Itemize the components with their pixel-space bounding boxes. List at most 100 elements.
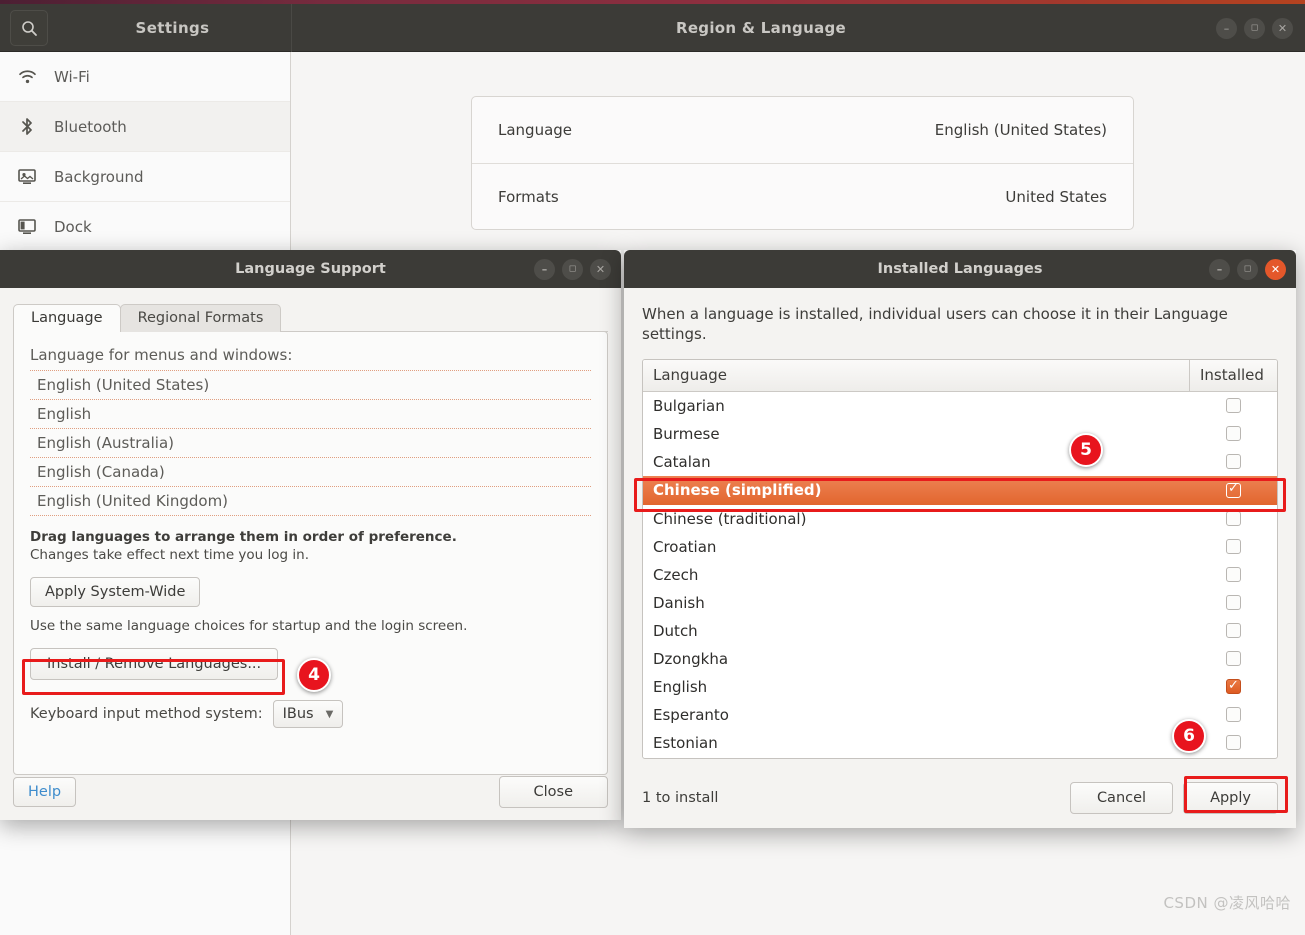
checkbox-icon[interactable] (1225, 567, 1241, 582)
language-name: Estonian (653, 733, 718, 752)
table-body: Bulgarian Burmese Catalan Chinese (simplifi… (643, 391, 1277, 757)
checkbox-icon[interactable] (1225, 511, 1241, 526)
list-item[interactable]: English (United States) (30, 370, 591, 399)
tab-spacer (280, 302, 608, 332)
install-remove-languages-button[interactable]: Install / Remove Languages... (30, 648, 279, 680)
settings-titlebar: Settings Region & Language – ◻ ✕ (0, 4, 1305, 52)
sidebar-item-label: Background (54, 167, 144, 186)
list-item[interactable]: English (Australia) (30, 428, 591, 457)
checkbox-icon[interactable] (1225, 623, 1241, 638)
table-header: Language Installed (643, 359, 1277, 392)
list-item[interactable]: English (United Kingdom) (30, 486, 591, 516)
language-name: Catalan (653, 452, 711, 471)
table-row[interactable]: Czech (643, 560, 1277, 589)
checkbox-icon[interactable] (1225, 595, 1241, 610)
maximize-button[interactable]: ◻ (1244, 17, 1265, 39)
installed-languages-table: Language Installed Bulgarian Burmese Catal… (642, 358, 1278, 759)
search-button[interactable] (10, 10, 48, 46)
close-button[interactable]: ✕ (1272, 17, 1293, 39)
installed-checkbox-cell[interactable] (1189, 426, 1277, 441)
language-tab-panel: Language for menus and windows: English … (13, 331, 608, 775)
table-row[interactable]: Danish (643, 588, 1277, 617)
close-button[interactable]: ✕ (590, 258, 611, 280)
installed-checkbox-cell[interactable] (1189, 707, 1277, 722)
tab-language[interactable]: Language (13, 304, 121, 332)
settings-window-controls: – ◻ ✕ (1216, 4, 1293, 52)
language-name: Esperanto (653, 705, 729, 724)
checkbox-icon[interactable] (1225, 398, 1241, 413)
checkbox-icon[interactable] (1225, 539, 1241, 554)
table-row[interactable]: Dzongkha (643, 644, 1277, 673)
language-support-titlebar: Language Support – ◻ ✕ (0, 250, 621, 288)
panel-title: Region & Language (675, 19, 847, 37)
checkbox-checked-icon[interactable] (1225, 481, 1241, 498)
installed-languages-window-controls: – ◻ ✕ (1209, 250, 1286, 288)
sidebar-item-label: Bluetooth (54, 117, 127, 136)
installed-checkbox-cell[interactable] (1189, 567, 1277, 582)
sidebar-item-dock[interactable]: Dock (0, 202, 290, 252)
table-row[interactable]: Dutch (643, 616, 1277, 645)
installed-languages-description: When a language is installed, individual… (642, 305, 1228, 344)
checkbox-icon[interactable] (1225, 707, 1241, 722)
language-name: Croatian (653, 537, 717, 556)
apply-system-wide-button[interactable]: Apply System-Wide (30, 577, 201, 607)
installed-checkbox-cell[interactable] (1189, 678, 1277, 694)
minimize-button[interactable]: – (1209, 258, 1230, 280)
minimize-button[interactable]: – (534, 258, 555, 280)
language-name: Chinese (traditional) (653, 509, 807, 528)
list-item[interactable]: English (Canada) (30, 457, 591, 486)
keyboard-input-method-row: Keyboard input method system: IBus ▼ (30, 700, 591, 728)
installed-checkbox-cell[interactable] (1189, 511, 1277, 526)
table-row[interactable]: English (643, 672, 1277, 701)
sidebar-item-wifi[interactable]: Wi-Fi (0, 52, 290, 102)
pref-row-language[interactable]: Language English (United States) (472, 97, 1133, 163)
language-support-footer: Help Close (13, 776, 608, 808)
drag-hint: Drag languages to arrange them in order … (30, 529, 457, 545)
language-name: Chinese (simplified) (653, 481, 822, 499)
installed-languages-titlebar: Installed Languages – ◻ ✕ (624, 250, 1296, 288)
installed-checkbox-cell[interactable] (1189, 651, 1277, 666)
checkbox-icon[interactable] (1225, 454, 1241, 469)
installed-languages-title: Installed Languages (877, 261, 1043, 277)
table-row[interactable]: Chinese (traditional) (643, 504, 1277, 533)
maximize-button[interactable]: ◻ (562, 258, 583, 280)
checkbox-icon[interactable] (1225, 426, 1241, 441)
keyboard-input-method-select[interactable]: IBus ▼ (272, 700, 344, 728)
checkbox-checked-icon[interactable] (1225, 678, 1241, 694)
keyboard-input-method-value: IBus (282, 706, 314, 722)
language-name: Dzongkha (653, 649, 729, 668)
checkbox-icon[interactable] (1225, 651, 1241, 666)
search-icon (21, 20, 37, 36)
cancel-button[interactable]: Cancel (1069, 782, 1174, 814)
sidebar-item-bluetooth[interactable]: Bluetooth (0, 102, 290, 152)
table-row[interactable]: Catalan (643, 447, 1277, 476)
language-support-title: Language Support (235, 261, 386, 277)
table-row[interactable]: Chinese (simplified) (643, 475, 1277, 505)
close-button[interactable]: ✕ (1265, 258, 1286, 280)
help-button[interactable]: Help (13, 777, 77, 807)
language-support-body: Language Regional Formats Language for m… (0, 288, 621, 820)
installed-checkbox-cell[interactable] (1189, 595, 1277, 610)
maximize-button[interactable]: ◻ (1237, 258, 1258, 280)
language-name: Czech (653, 565, 699, 584)
apply-button[interactable]: Apply (1183, 782, 1278, 814)
table-row[interactable]: Bulgarian (643, 391, 1277, 420)
installed-checkbox-cell[interactable] (1189, 454, 1277, 469)
sidebar-item-background[interactable]: Background (0, 152, 290, 202)
tab-regional-formats[interactable]: Regional Formats (119, 304, 282, 332)
installed-checkbox-cell[interactable] (1189, 398, 1277, 413)
minimize-button[interactable]: – (1216, 17, 1237, 39)
close-dialog-button[interactable]: Close (498, 776, 608, 808)
watermark: CSDN @凌风哈哈 (1163, 894, 1291, 912)
installed-checkbox-cell[interactable] (1189, 539, 1277, 554)
checkbox-icon[interactable] (1225, 735, 1241, 750)
settings-window-title: Settings (135, 19, 210, 37)
language-support-dialog: Language Support – ◻ ✕ Language Regional… (0, 250, 621, 820)
table-row[interactable]: Croatian (643, 532, 1277, 561)
installed-checkbox-cell[interactable] (1189, 481, 1277, 498)
pref-row-formats[interactable]: Formats United States (472, 163, 1133, 229)
list-item[interactable]: English (30, 399, 591, 428)
table-row[interactable]: Burmese (643, 419, 1277, 448)
installed-checkbox-cell[interactable] (1189, 623, 1277, 638)
language-name: Danish (653, 593, 705, 612)
